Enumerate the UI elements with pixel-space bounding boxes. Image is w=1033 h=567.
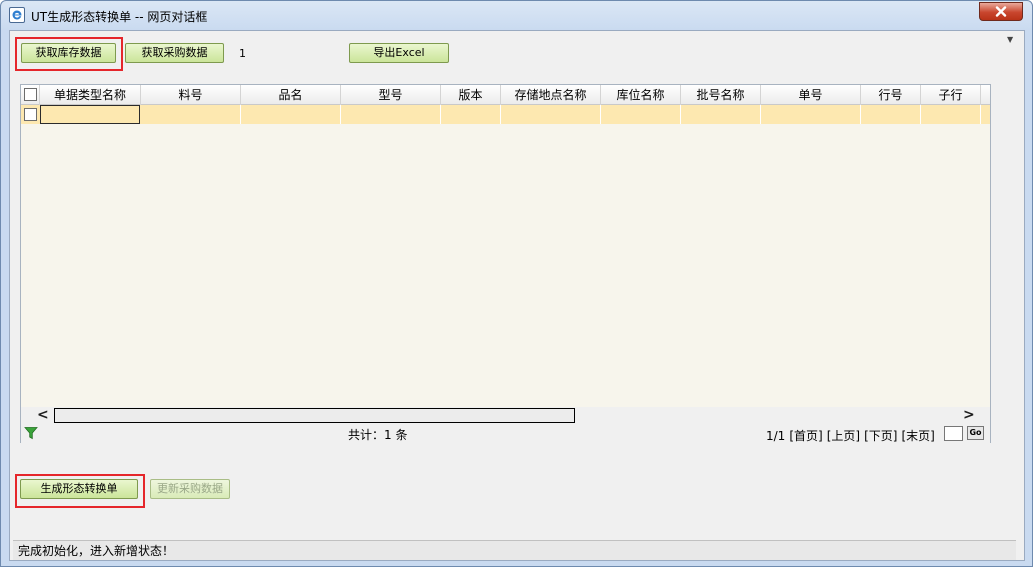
scrollbar-thumb[interactable] (54, 408, 575, 423)
get-purchase-data-button[interactable]: 获取采购数据 (125, 43, 224, 63)
go-button[interactable]: Go (967, 426, 984, 440)
title-bar: UT生成形态转换单 -- 网页对话框 (1, 1, 1032, 30)
update-purchase-data-button[interactable]: 更新采购数据 (150, 479, 230, 499)
export-excel-button[interactable]: 导出Excel (349, 43, 449, 63)
pagination: 1/1 [首页] [上页] [下页] [末页] (766, 427, 939, 444)
table-cell[interactable] (441, 105, 501, 124)
table-cell[interactable] (921, 105, 981, 124)
filter-icon[interactable] (24, 426, 38, 440)
first-page-link[interactable]: [首页] (789, 429, 822, 443)
data-grid: 单据类型名称 料号 品名 型号 版本 存储地点名称 库位名称 批号名称 单号 行… (20, 84, 991, 443)
generate-conversion-button[interactable]: 生成形态转换单 (20, 479, 138, 499)
table-cell[interactable] (681, 105, 761, 124)
close-button[interactable] (979, 2, 1023, 21)
close-icon (995, 6, 1007, 17)
page-info: 1/1 (766, 429, 786, 443)
table-cell[interactable] (241, 105, 341, 124)
status-bar: 完成初始化，进入新增状态！ (13, 540, 1016, 560)
table-row[interactable] (21, 105, 990, 124)
chevron-left-icon[interactable]: < (37, 408, 49, 423)
window-title: UT生成形态转换单 -- 网页对话框 (31, 10, 208, 24)
dialog-content: ▼ 获取库存数据 获取采购数据 1 导出Excel 单据类型名称 料号 品名 型… (9, 30, 1025, 561)
column-header[interactable]: 子行 (921, 85, 981, 105)
page-number-input[interactable] (944, 426, 963, 441)
next-page-link[interactable]: [下页] (864, 429, 897, 443)
column-header[interactable]: 版本 (441, 85, 501, 105)
column-header[interactable]: 行号 (861, 85, 921, 105)
last-page-link[interactable]: [末页] (901, 429, 934, 443)
column-header[interactable]: 单据类型名称 (40, 85, 141, 105)
grid-footer: 共计：1 条 1/1 [首页] [上页] [下页] [末页] Go (21, 424, 990, 443)
table-cell[interactable] (141, 105, 241, 124)
chevron-right-icon[interactable]: > (963, 408, 975, 423)
ie-page-icon (9, 7, 25, 23)
select-all-checkbox[interactable] (24, 88, 37, 101)
table-cell-active[interactable] (40, 105, 140, 124)
column-header[interactable]: 单号 (761, 85, 861, 105)
grid-header: 单据类型名称 料号 品名 型号 版本 存储地点名称 库位名称 批号名称 单号 行… (21, 85, 990, 105)
column-header[interactable]: 库位名称 (601, 85, 681, 105)
column-header[interactable]: 料号 (141, 85, 241, 105)
dropdown-arrow-icon[interactable]: ▼ (1007, 35, 1013, 44)
get-stock-data-button[interactable]: 获取库存数据 (21, 43, 116, 63)
column-header[interactable]: 存储地点名称 (501, 85, 601, 105)
column-header[interactable]: 品名 (241, 85, 341, 105)
table-cell[interactable] (341, 105, 441, 124)
table-cell[interactable] (601, 105, 681, 124)
row-checkbox[interactable] (24, 108, 37, 121)
column-header[interactable]: 型号 (341, 85, 441, 105)
prev-page-link[interactable]: [上页] (827, 429, 860, 443)
table-cell[interactable] (861, 105, 921, 124)
horizontal-scrollbar[interactable]: < > (21, 407, 990, 424)
dialog-window: UT生成形态转换单 -- 网页对话框 ▼ 获取库存数据 获取采购数据 1 导出E… (0, 0, 1033, 567)
column-header[interactable]: 批号名称 (681, 85, 761, 105)
table-cell[interactable] (761, 105, 861, 124)
header-select-all[interactable] (21, 85, 40, 105)
record-count: 1 (239, 47, 246, 60)
table-cell[interactable] (501, 105, 601, 124)
total-count: 共计：1 条 (348, 428, 408, 442)
